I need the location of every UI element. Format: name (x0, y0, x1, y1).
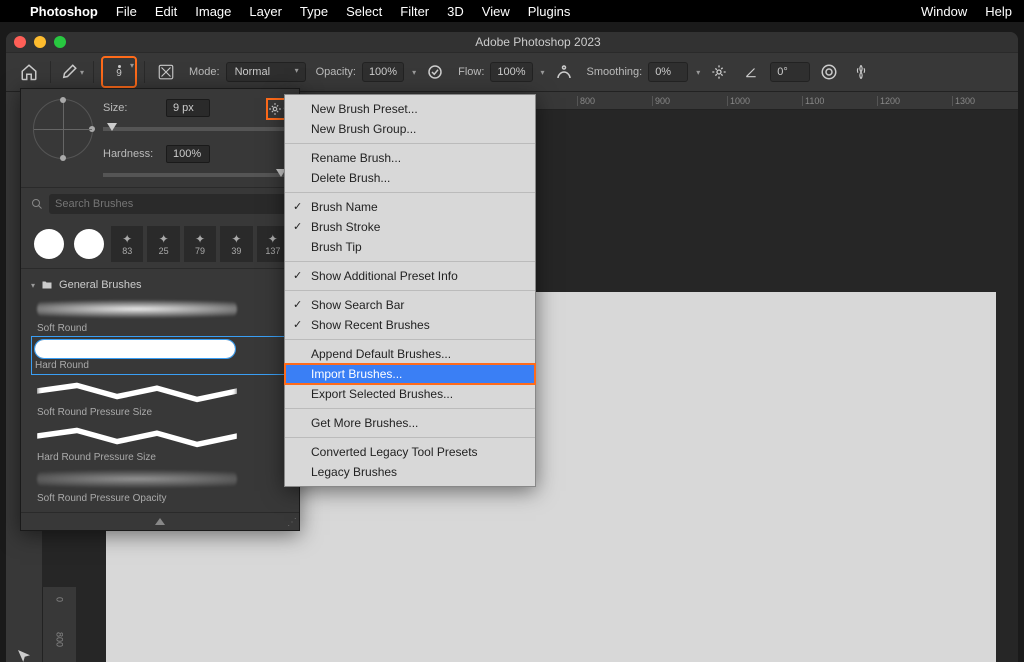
menu-item-rename-brush[interactable]: Rename Brush... (285, 148, 535, 168)
search-icon (31, 198, 43, 210)
menu-item-show-additional-preset-info[interactable]: Show Additional Preset Info (285, 266, 535, 286)
ruler-v-tick: 800 (55, 632, 65, 647)
hardness-input[interactable]: 100% (166, 145, 210, 163)
menu-3d[interactable]: 3D (447, 4, 464, 19)
menu-separator (285, 437, 535, 438)
flow-input[interactable]: 100% (490, 62, 532, 82)
panel-resize-handle[interactable] (21, 512, 299, 530)
brush-size-number: 9 (116, 68, 122, 79)
menu-help[interactable]: Help (985, 4, 1012, 19)
window-maximize-button[interactable] (54, 36, 66, 48)
brush-preset-picker-button[interactable]: 9 ▾ (102, 57, 136, 87)
opacity-label: Opacity: (316, 66, 356, 78)
menu-separator (285, 261, 535, 262)
home-icon[interactable] (16, 59, 42, 85)
smoothing-options-icon[interactable] (706, 59, 732, 85)
menu-layer[interactable]: Layer (249, 4, 282, 19)
airbrush-icon[interactable] (551, 59, 577, 85)
menu-item-legacy-brushes[interactable]: Legacy Brushes (285, 462, 535, 482)
ruler-v-tick: 0 (55, 597, 65, 602)
options-bar: ▾ 9 ▾ Mode: Normal ▾ Opacity: 100% ▾ Flo… (6, 52, 1018, 92)
smoothing-chevron-icon[interactable]: ▾ (696, 68, 700, 77)
recent-brush[interactable]: ✦83 (111, 226, 143, 262)
folder-icon (41, 279, 53, 291)
smoothing-input[interactable]: 0% (648, 62, 688, 82)
menu-item-show-recent-brushes[interactable]: Show Recent Brushes (285, 315, 535, 335)
brush-list[interactable]: ▾ General Brushes Soft Round Hard Round … (21, 269, 299, 512)
brush-item-soft-round[interactable]: Soft Round (31, 295, 289, 336)
symmetry-icon[interactable] (848, 59, 874, 85)
menu-file[interactable]: File (116, 4, 137, 19)
macos-menubar: Photoshop File Edit Image Layer Type Sel… (0, 0, 1024, 22)
menu-separator (285, 290, 535, 291)
smoothing-label: Smoothing: (587, 66, 643, 78)
menu-window[interactable]: Window (921, 4, 967, 19)
brush-group-header[interactable]: ▾ General Brushes (31, 275, 289, 295)
menu-item-show-search-bar[interactable]: Show Search Bar (285, 295, 535, 315)
brush-angle-control[interactable] (33, 99, 93, 159)
menu-item-delete-brush[interactable]: Delete Brush... (285, 168, 535, 188)
recent-brush[interactable]: ✦39 (220, 226, 252, 262)
opacity-chevron-icon[interactable]: ▾ (412, 68, 416, 77)
menu-type[interactable]: Type (300, 4, 328, 19)
recent-brush[interactable]: ✦79 (184, 226, 216, 262)
brush-tool-icon[interactable]: ▾ (59, 59, 85, 85)
menu-item-brush-name[interactable]: Brush Name (285, 197, 535, 217)
size-input[interactable]: 9 px (166, 99, 210, 117)
menu-app[interactable]: Photoshop (30, 4, 98, 19)
mode-label: Mode: (189, 66, 220, 78)
brush-preset-panel: Size: 9 px Hardness: 100% ▾ ✦83 ✦25 ✦79 … (20, 88, 300, 531)
menu-item-new-brush-group[interactable]: New Brush Group... (285, 119, 535, 139)
menu-item-append-default-brushes[interactable]: Append Default Brushes... (285, 344, 535, 364)
angle-icon[interactable] (738, 59, 764, 85)
window-close-button[interactable] (14, 36, 26, 48)
angle-input[interactable]: 0° (770, 62, 810, 82)
panel-corner-resize[interactable]: ⋰ (287, 517, 297, 528)
menu-item-get-more-brushes[interactable]: Get More Brushes... (285, 413, 535, 433)
menu-select[interactable]: Select (346, 4, 382, 19)
menu-item-brush-stroke[interactable]: Brush Stroke (285, 217, 535, 237)
hardness-slider[interactable] (103, 173, 287, 177)
pressure-size-icon[interactable] (816, 59, 842, 85)
size-label: Size: (103, 102, 158, 114)
menu-separator (285, 408, 535, 409)
brush-item-soft-round-pressure-opacity[interactable]: Soft Round Pressure Opacity (31, 465, 289, 506)
window-minimize-button[interactable] (34, 36, 46, 48)
menu-item-converted-legacy-tool-presets[interactable]: Converted Legacy Tool Presets (285, 442, 535, 462)
menu-image[interactable]: Image (195, 4, 231, 19)
brush-settings-icon[interactable] (153, 59, 179, 85)
menu-item-brush-tip[interactable]: Brush Tip (285, 237, 535, 257)
search-brushes-input[interactable] (49, 194, 289, 214)
menu-filter[interactable]: Filter (400, 4, 429, 19)
recent-brush[interactable]: ✦25 (147, 226, 179, 262)
menu-view[interactable]: View (482, 4, 510, 19)
menu-separator (285, 192, 535, 193)
flow-label: Flow: (458, 66, 484, 78)
recent-brushes-row: ✦83 ✦25 ✦79 ✦39 ✦137 (21, 220, 299, 269)
hardness-label: Hardness: (103, 148, 158, 160)
recent-brush[interactable] (74, 229, 104, 259)
menu-plugins[interactable]: Plugins (528, 4, 571, 19)
menu-separator (285, 143, 535, 144)
brush-item-hard-round[interactable]: Hard Round (31, 336, 289, 375)
brush-item-hard-round-pressure-size[interactable]: Hard Round Pressure Size (31, 420, 289, 465)
recent-brush[interactable] (34, 229, 64, 259)
menu-item-export-selected-brushes[interactable]: Export Selected Brushes... (285, 384, 535, 404)
titlebar: Adobe Photoshop 2023 (6, 32, 1018, 52)
menu-item-new-brush-preset[interactable]: New Brush Preset... (285, 99, 535, 119)
opacity-input[interactable]: 100% (362, 62, 404, 82)
blend-mode-select[interactable]: Normal ▾ (226, 62, 306, 82)
menu-edit[interactable]: Edit (155, 4, 177, 19)
size-slider[interactable] (103, 127, 287, 131)
move-tool-icon[interactable] (12, 647, 36, 662)
menu-item-import-brushes[interactable]: Import Brushes... (285, 364, 535, 384)
pressure-opacity-icon[interactable] (422, 59, 448, 85)
window-title: Adobe Photoshop 2023 (66, 35, 1010, 49)
brush-item-soft-round-pressure-size[interactable]: Soft Round Pressure Size (31, 375, 289, 420)
menu-separator (285, 339, 535, 340)
brush-settings-flyout-menu: New Brush Preset...New Brush Group... Ren… (284, 94, 536, 487)
flow-chevron-icon[interactable]: ▾ (541, 68, 545, 77)
